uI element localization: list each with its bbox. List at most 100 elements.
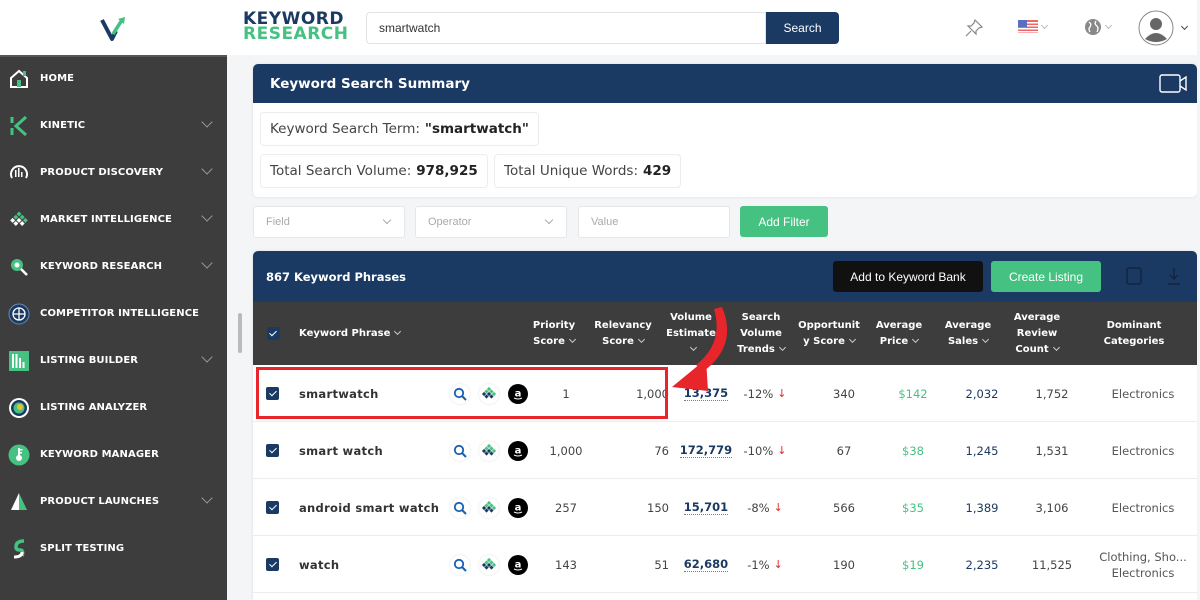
priority-score: 143 <box>555 557 577 572</box>
search-icon[interactable] <box>450 554 470 575</box>
total-unique-words-value: 429 <box>643 163 672 179</box>
product-discovery-icon <box>8 162 30 184</box>
checkbox[interactable] <box>266 558 279 571</box>
checkbox[interactable] <box>266 444 279 457</box>
row-actions: a <box>450 422 528 479</box>
create-listing-button[interactable]: Create Listing <box>991 261 1101 292</box>
dominant-categories: Electronics <box>1111 500 1175 515</box>
keyword-phrase[interactable]: smartwatch <box>299 365 379 422</box>
chevron-down-icon <box>201 351 213 363</box>
amazon-icon[interactable]: a <box>508 554 528 575</box>
row-actions: a <box>450 479 528 536</box>
sidebar-item-home[interactable]: HOME <box>0 55 227 102</box>
column-label: Search Volume Trends <box>735 310 787 358</box>
user-menu[interactable] <box>1138 10 1189 46</box>
dominant-categories: Electronics <box>1111 443 1175 458</box>
app-logo[interactable] <box>0 0 227 55</box>
product-launches-icon <box>8 491 30 513</box>
add-filter-button[interactable]: Add Filter <box>740 206 828 237</box>
pin-button[interactable] <box>964 18 984 38</box>
search-term-chip: Keyword Search Term: "smartwatch" <box>260 112 539 146</box>
keyword-phrase[interactable]: smart watch <box>299 422 383 479</box>
sidebar-item-listing-analyzer[interactable]: LISTING ANALYZER <box>0 384 227 431</box>
column-header-average-sales[interactable]: Average Sales <box>939 302 997 365</box>
amazon-icon[interactable]: a <box>508 383 528 404</box>
table-row[interactable]: smart watch a 1,000 76 172,779 -10% ↓ 67 $38 1,24… <box>253 422 1197 479</box>
table-row[interactable]: smartwatch a 1 1,000 13,375 -12% ↓ 340 $142 2,032… <box>253 365 1197 422</box>
column-header-relevancy-score[interactable]: Relevancy Score <box>589 302 657 365</box>
column-header-search-volume-trends[interactable]: Search Volume Trends <box>731 302 791 365</box>
average-price: $35 <box>902 500 924 515</box>
download-icon[interactable] <box>1167 266 1181 286</box>
search-icon[interactable] <box>450 383 470 404</box>
table-row[interactable]: watch a 143 51 62,680 -1% ↓ 190 $19 2,235 11,525 Cl… <box>253 536 1197 593</box>
volume-estimate-link[interactable]: 62,680 <box>683 557 729 572</box>
sidebar-item-market-intelligence[interactable]: MARKET INTELLIGENCE <box>0 196 227 243</box>
row-checkbox[interactable] <box>266 479 279 536</box>
sidebar-item-keyword-research[interactable]: KEYWORD RESEARCH <box>0 243 227 290</box>
sidebar-item-label: PRODUCT DISCOVERY <box>40 167 164 178</box>
filter-operator-select[interactable]: Operator <box>415 206 567 238</box>
search-icon[interactable] <box>450 440 470 461</box>
search-button[interactable]: Search <box>766 12 839 44</box>
filter-field-select[interactable]: Field <box>253 206 405 238</box>
market-intelligence-icon[interactable] <box>479 554 499 575</box>
column-header-dominant-categories[interactable]: Dominant Categories <box>1091 302 1177 365</box>
row-checkbox[interactable] <box>266 422 279 479</box>
average-sales: 2,235 <box>965 557 999 572</box>
keyword-phrase[interactable]: watch <box>299 536 339 593</box>
sidebar-item-product-discovery[interactable]: PRODUCT DISCOVERY <box>0 149 227 196</box>
sidebar-item-competitor-intelligence[interactable]: COMPETITOR INTELLIGENCE <box>0 290 227 337</box>
add-to-keyword-bank-button[interactable]: Add to Keyword Bank <box>833 261 983 292</box>
amazon-icon[interactable]: a <box>508 440 528 461</box>
row-checkbox[interactable] <box>266 536 279 593</box>
checkbox[interactable] <box>266 327 280 340</box>
market-intelligence-icon[interactable] <box>479 440 499 461</box>
checkbox[interactable] <box>266 387 279 400</box>
sidebar-item-split-testing[interactable]: SPLIT TESTING <box>0 525 227 572</box>
trend-value: -12% <box>743 386 774 401</box>
table-row[interactable]: android smart watch a 257 150 15,701 -8% ↓ 566 $… <box>253 479 1197 536</box>
sidebar-item-keyword-manager[interactable]: KEYWORD MANAGER <box>0 431 227 478</box>
amazon-icon[interactable]: a <box>508 497 528 518</box>
column-header-keyword-phrase[interactable]: Keyword Phrase <box>299 302 409 365</box>
market-intelligence-icon[interactable] <box>479 383 499 404</box>
row-checkbox[interactable] <box>266 365 279 422</box>
volume-estimate-link[interactable]: 13,375 <box>683 386 729 401</box>
column-header-average-price[interactable]: Average Price <box>870 302 928 365</box>
keyword-search-input[interactable] <box>366 12 766 44</box>
filter-value-input[interactable]: Value <box>578 206 730 238</box>
sidebar-item-listing-builder[interactable]: LISTING BUILDER <box>0 337 227 384</box>
opportunity-score: 566 <box>833 500 855 515</box>
column-header-priority-score[interactable]: Priority Score <box>526 302 582 365</box>
market-intelligence-icon[interactable] <box>479 497 499 518</box>
summary-title: Keyword Search Summary <box>270 75 470 92</box>
copy-icon[interactable] <box>1125 266 1143 286</box>
country-selector[interactable] <box>1018 20 1049 33</box>
column-label: Priority Score <box>532 319 576 347</box>
brand-title: KEYWORD RESEARCH <box>243 11 349 43</box>
average-review-count: 3,106 <box>1035 500 1069 515</box>
svg-text:a: a <box>515 445 522 456</box>
chevron-down-icon <box>1052 343 1060 351</box>
table-header-bar: 867 Keyword Phrases Add to Keyword Bank … <box>253 251 1197 302</box>
filter-value-placeholder: Value <box>591 216 619 228</box>
content-scrollbar[interactable] <box>238 313 242 353</box>
search-icon[interactable] <box>450 497 470 518</box>
volume-estimate-link[interactable]: 172,779 <box>679 443 733 458</box>
language-selector[interactable] <box>1084 18 1113 36</box>
column-header-average-review-count[interactable]: Average Review Count <box>1007 302 1067 365</box>
volume-estimate-link[interactable]: 15,701 <box>683 500 729 515</box>
checkbox[interactable] <box>266 501 279 514</box>
video-icon[interactable] <box>1159 74 1187 93</box>
select-all-checkbox[interactable] <box>266 302 280 365</box>
column-header-opportunity-score[interactable]: Opportunity Score <box>795 302 863 365</box>
chevron-down-icon <box>201 257 213 269</box>
average-price: $142 <box>898 386 928 401</box>
chevron-down-icon <box>1040 21 1049 29</box>
keyword-phrase[interactable]: android smart watch <box>299 479 439 536</box>
chevron-down-icon <box>201 116 213 128</box>
sidebar-item-kinetic[interactable]: KINETIC <box>0 102 227 149</box>
column-header-volume-estimate[interactable]: Volume Estimate <box>658 302 724 365</box>
sidebar-item-product-launches[interactable]: PRODUCT LAUNCHES <box>0 478 227 525</box>
